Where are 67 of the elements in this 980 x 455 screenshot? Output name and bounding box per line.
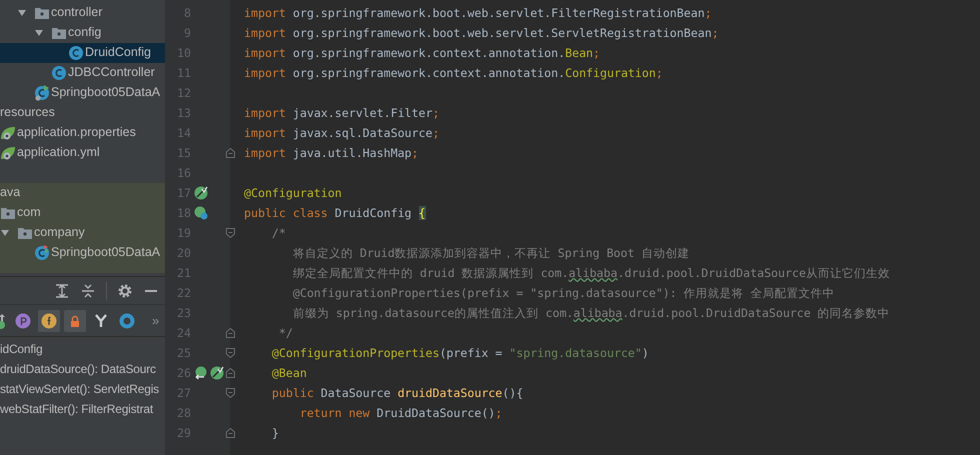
code-line: import org.springframework.boot.web.servlet.ServletRegistrationBean; (244, 26, 719, 40)
folder-icon (17, 225, 33, 241)
folder-icon (51, 25, 67, 41)
fields-toggle[interactable] (38, 310, 60, 332)
tree-item[interactable]: resources (0, 105, 55, 119)
class-run-icon (34, 85, 50, 101)
settings-icon[interactable] (117, 282, 133, 298)
sort-icon (0, 312, 8, 328)
expand-arrow-icon[interactable] (17, 8, 27, 18)
code-line: public class DruidConfig { (244, 206, 426, 220)
code-line: @Bean (270, 366, 307, 380)
bean-icon[interactable] (194, 366, 208, 380)
structure-item[interactable]: idConfig (0, 339, 165, 359)
collapse-all-icon[interactable] (80, 282, 96, 298)
property-icon (15, 312, 31, 328)
code-line: import javax.sql.DataSource; (244, 126, 440, 140)
tree-item[interactable]: ava (0, 185, 20, 199)
structure-item[interactable]: statViewServlet(): ServletRegis (0, 379, 165, 399)
tree-item[interactable]: JDBCController (68, 65, 155, 79)
bean-icon[interactable] (210, 366, 224, 380)
fold-icon[interactable] (226, 328, 235, 338)
class-icon (68, 45, 84, 61)
expand-arrow-icon[interactable] (34, 28, 44, 38)
code-line: 前缀为 spring.datasource的属性值注入到 com.alibaba.druid.pool.DruidDataSource 的同名参数中 (292, 306, 890, 320)
code-line: return new DruidDataSource(); (298, 406, 502, 420)
tree-item[interactable]: config (68, 25, 102, 39)
code-line: @ConfigurationProperties(prefix = "spring.datasource") (270, 346, 649, 360)
test-class-icon (34, 245, 50, 261)
code-line: import org.springframework.context.annotation.Configuration; (244, 66, 663, 80)
code-line: public DataSource druidDataSource(){ (270, 386, 524, 400)
code-line: import org.springframework.context.annotation.Bean; (244, 46, 600, 60)
fold-icon[interactable] (226, 348, 235, 358)
expand-all-icon[interactable] (54, 282, 70, 298)
folder-icon (34, 5, 50, 21)
fold-icon[interactable] (226, 388, 235, 398)
tree-item[interactable]: Springboot05DataA (51, 85, 160, 99)
code-line: 将自定义的 Druid数据源添加到容器中，不再让 Spring Boot 自动创建 (292, 246, 690, 260)
more-button[interactable]: » (148, 313, 164, 328)
code-line: @ConfigurationProperties(prefix = "spring.datasource"): 作用就是将 全局配置文件中 (292, 286, 835, 300)
bean-icon[interactable] (194, 206, 208, 220)
tree-item[interactable]: company (34, 225, 85, 239)
field-icon (41, 312, 57, 328)
code-line: 绑定全局配置文件中的 druid 数据源属性到 com.alibaba.druid.pool.DruidDataSource从而让它们生效 (292, 266, 890, 280)
lock-toggle[interactable] (64, 310, 86, 332)
tree-item[interactable]: com (17, 205, 41, 219)
class-icon (51, 65, 67, 81)
code-line: import org.springframework.boot.web.servlet.FilterRegistrationBean; (244, 6, 712, 20)
bean-icon[interactable] (194, 186, 208, 200)
tree-item[interactable]: application.properties (17, 125, 136, 139)
code-line: */ (278, 326, 293, 340)
code-line: /* (270, 226, 286, 240)
ring-icon (119, 312, 135, 328)
code-line: } (270, 426, 279, 440)
structure-item[interactable]: webStatFilter(): FilterRegistrat (0, 399, 165, 419)
tree-item[interactable]: application.yml (17, 145, 100, 159)
fold-icon[interactable] (226, 368, 235, 378)
fold-icon[interactable] (226, 148, 235, 158)
code-line: import javax.servlet.Filter; (244, 106, 440, 120)
expand-arrow-icon[interactable] (0, 228, 10, 238)
code-line: @Configuration (244, 186, 342, 200)
fold-icon[interactable] (226, 228, 235, 238)
tree-item[interactable]: Springboot05DataA (51, 245, 160, 259)
code-line: import java.util.HashMap; (244, 146, 419, 160)
structure-item[interactable]: druidDataSource(): DataSourc (0, 359, 165, 379)
fold-icon[interactable] (226, 428, 235, 438)
fork-icon (93, 312, 109, 328)
tree-item[interactable]: controller (51, 5, 102, 19)
